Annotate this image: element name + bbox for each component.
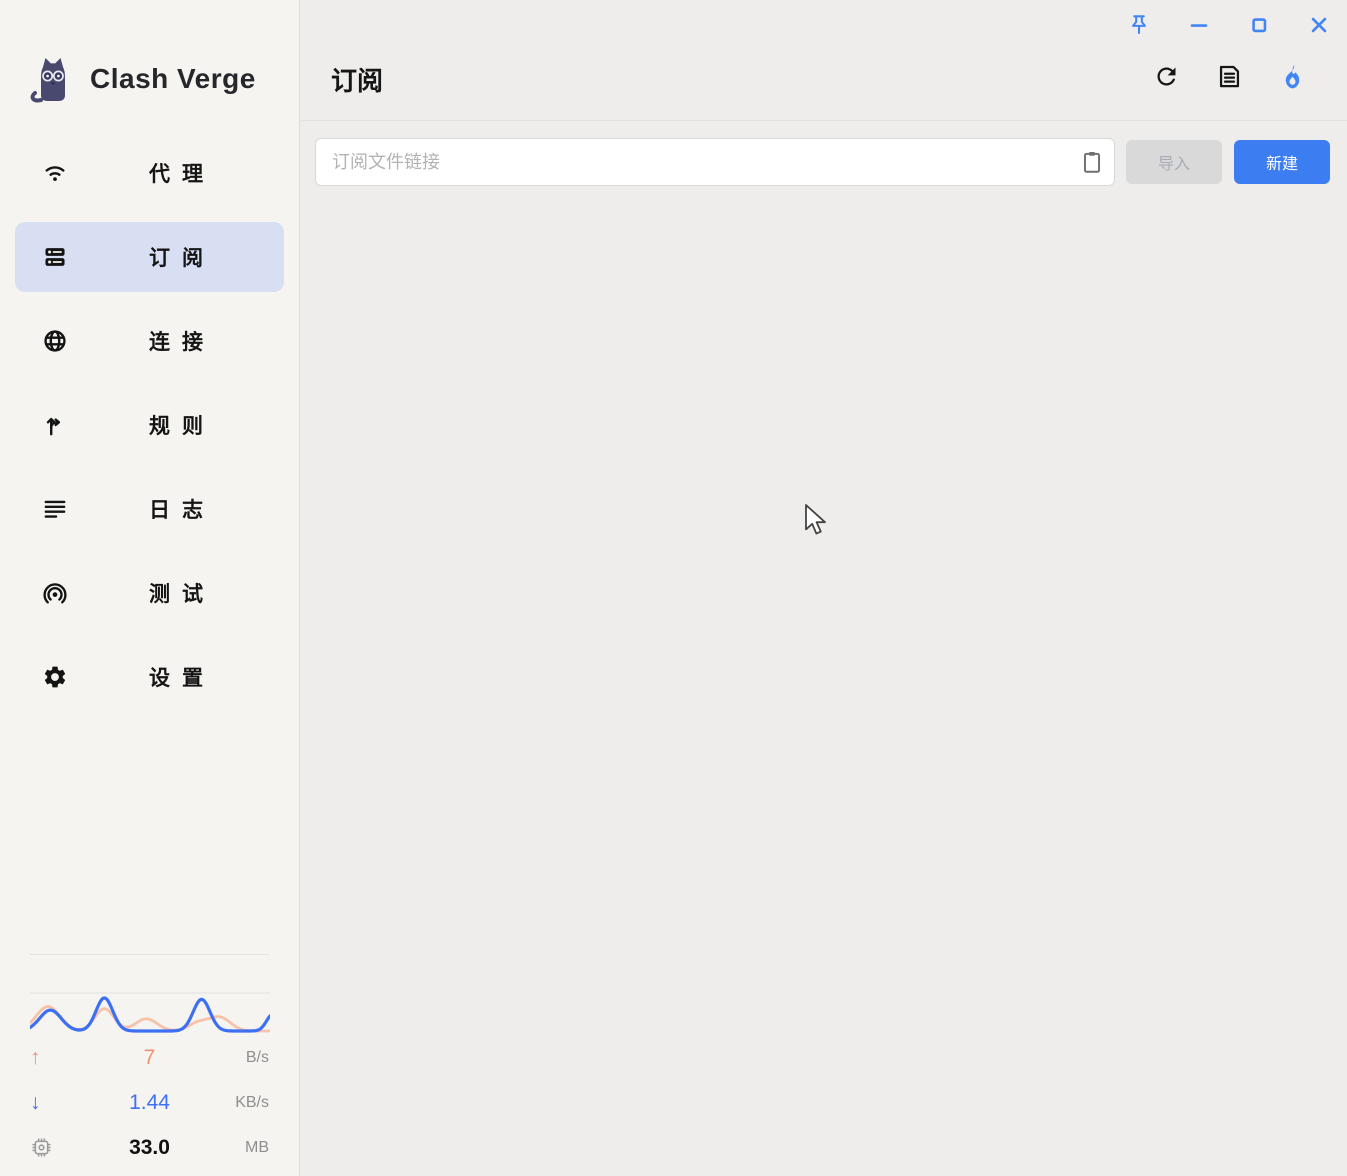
sidebar-item-settings[interactable]: 设置 <box>15 642 284 712</box>
main-area: 订阅 <box>301 0 1347 1176</box>
text-file-button[interactable] <box>1214 64 1244 94</box>
upload-speed-value: 7 <box>30 1046 269 1070</box>
download-speed-row: ↓ 1.44 KB/s <box>30 1080 269 1125</box>
sidebar-item-test[interactable]: 测试 <box>15 558 284 628</box>
cat-logo-icon <box>28 52 78 106</box>
pin-button[interactable] <box>1117 8 1161 46</box>
upload-speed-row: ↑ 7 B/s <box>30 1035 269 1080</box>
sidebar-item-label: 设置 <box>68 662 284 692</box>
traffic-panel: ↑ 7 B/s ↓ 1.44 KB/s 33.0 MB <box>0 954 299 1176</box>
refresh-button[interactable] <box>1151 64 1181 94</box>
app-logo: Clash Verge <box>28 52 299 106</box>
sidebar-item-proxy[interactable]: 代理 <box>15 138 284 208</box>
document-icon <box>1216 63 1243 95</box>
subscription-toolbar: 导入 新建 <box>315 138 1330 186</box>
sidebar-item-label: 规则 <box>68 410 284 440</box>
close-icon <box>1306 12 1332 43</box>
import-button[interactable]: 导入 <box>1126 140 1222 184</box>
memory-usage-value: 33.0 <box>30 1136 269 1160</box>
page-header: 订阅 <box>331 50 1307 108</box>
header-divider <box>301 120 1347 121</box>
sidebar-item-subscription[interactable]: 订阅 <box>15 222 284 292</box>
page-title: 订阅 <box>331 61 383 98</box>
minimize-button[interactable] <box>1177 8 1221 46</box>
sidebar-item-label: 测试 <box>68 578 284 608</box>
sidebar-item-label: 订阅 <box>68 242 284 272</box>
traffic-graph <box>30 989 270 1035</box>
sidebar-item-label: 日志 <box>68 494 284 524</box>
maximize-button[interactable] <box>1237 8 1281 46</box>
sidebar: Clash Verge 代理订阅连接规则日志测试设置 ↑ 7 B/s ↓ 1.4… <box>0 0 300 1176</box>
flame-button[interactable] <box>1277 64 1307 94</box>
download-speed-value: 1.44 <box>30 1091 269 1115</box>
sidebar-item-logs[interactable]: 日志 <box>15 474 284 544</box>
lines-icon <box>42 496 68 522</box>
sidebar-item-label: 连接 <box>68 326 284 356</box>
memory-usage-row: 33.0 MB <box>30 1125 269 1170</box>
minimize-icon <box>1186 12 1212 43</box>
traffic-divider <box>30 954 269 955</box>
subscription-icon <box>42 244 68 270</box>
subscription-url-wrap <box>315 138 1115 186</box>
pin-icon <box>1126 12 1152 43</box>
fork-arrow-icon <box>42 412 68 438</box>
maximize-icon <box>1246 12 1272 43</box>
globe-icon <box>42 328 68 354</box>
flame-icon <box>1279 63 1306 95</box>
sidebar-nav: 代理订阅连接规则日志测试设置 <box>0 138 299 712</box>
sidebar-item-rules[interactable]: 规则 <box>15 390 284 460</box>
clipboard-icon[interactable] <box>1079 149 1105 175</box>
close-button[interactable] <box>1297 8 1341 46</box>
subscription-url-input[interactable] <box>315 138 1115 186</box>
window-controls <box>1101 8 1341 46</box>
wifi-icon <box>42 160 68 186</box>
app-name: Clash Verge <box>90 63 256 95</box>
radar-icon <box>42 580 68 606</box>
clash-verge-window: Clash Verge 代理订阅连接规则日志测试设置 ↑ 7 B/s ↓ 1.4… <box>0 0 1347 1176</box>
header-actions <box>1118 64 1307 94</box>
sidebar-item-connections[interactable]: 连接 <box>15 306 284 376</box>
refresh-icon <box>1153 63 1180 95</box>
new-button[interactable]: 新建 <box>1234 140 1330 184</box>
gear-icon <box>42 664 68 690</box>
sidebar-item-label: 代理 <box>68 158 284 188</box>
traffic-line-upload <box>30 1007 270 1032</box>
